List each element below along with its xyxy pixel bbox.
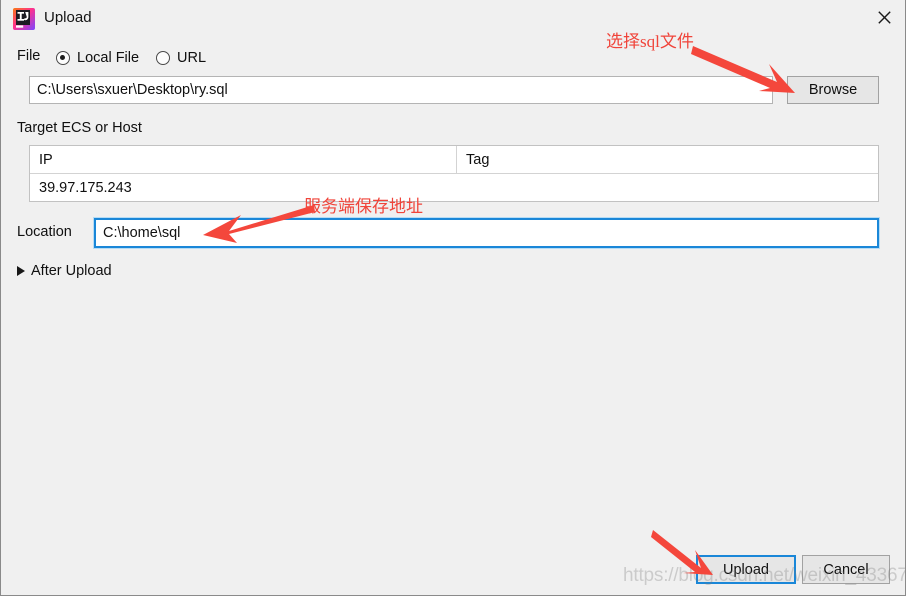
radio-local-file-indicator: [56, 51, 70, 65]
radio-local-file-label: Local File: [77, 50, 140, 66]
table-cell-ip: 39.97.175.243: [39, 179, 132, 196]
cancel-button[interactable]: Cancel: [802, 555, 890, 584]
table-cell-tag: [456, 174, 878, 201]
chevron-right-icon: [17, 266, 25, 276]
radio-url-label: URL: [177, 50, 207, 66]
table-header-ip: IP: [39, 151, 53, 168]
table-header-tag: Tag: [456, 146, 878, 173]
close-icon[interactable]: [861, 0, 905, 34]
browse-button[interactable]: Browse: [787, 76, 879, 104]
upload-button[interactable]: Upload: [696, 555, 796, 584]
intellij-idea-icon: [13, 8, 35, 30]
file-path-input[interactable]: C:\Users\sxuer\Desktop\ry.sql: [29, 76, 773, 104]
table-row[interactable]: 39.97.175.243: [30, 174, 878, 201]
radio-local-file[interactable]: Local File: [56, 48, 139, 68]
location-label: Location: [17, 224, 72, 240]
radio-url[interactable]: URL: [156, 48, 206, 68]
after-upload-expander[interactable]: After Upload: [17, 261, 112, 281]
title-bar: Upload: [1, 0, 905, 37]
window-title: Upload: [44, 9, 92, 26]
radio-url-indicator: [156, 51, 170, 65]
target-host-table: IP Tag 39.97.175.243: [29, 145, 879, 202]
location-input[interactable]: C:\home\sql: [93, 217, 880, 249]
file-label: File: [17, 48, 41, 64]
table-header-row: IP Tag: [30, 146, 878, 174]
after-upload-label: After Upload: [31, 263, 112, 279]
upload-dialog: Upload File Local File URL C:\Users\sxue…: [0, 0, 906, 596]
target-host-label: Target ECS or Host: [17, 120, 142, 136]
